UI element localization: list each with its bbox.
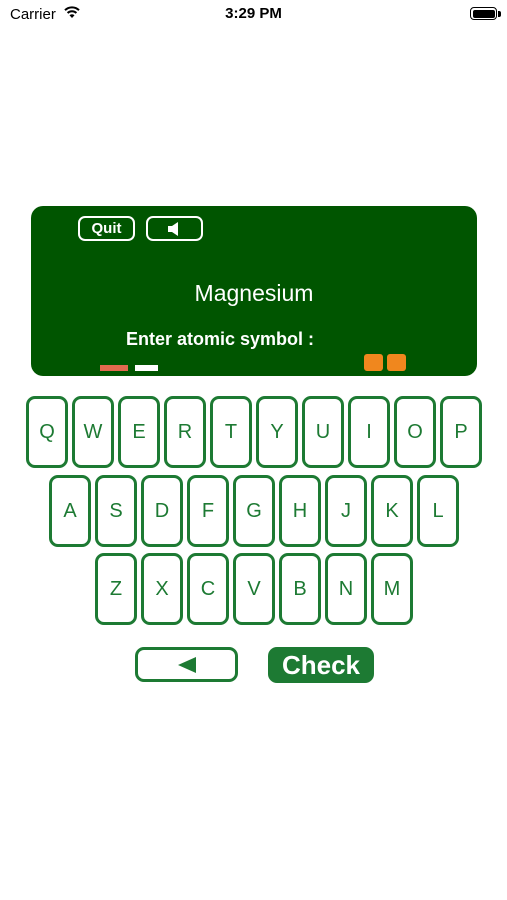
key-i[interactable]: I [348,396,390,468]
key-o[interactable]: O [394,396,436,468]
element-name: Magnesium [194,280,314,306]
key-h[interactable]: H [279,475,321,547]
backspace-button[interactable] [135,647,238,682]
key-u[interactable]: U [302,396,344,468]
key-p[interactable]: P [440,396,482,468]
key-b[interactable]: B [279,553,321,625]
key-v[interactable]: V [233,553,275,625]
battery-cap [498,11,501,17]
status-bar: Carrier 3:29 PM [0,0,507,30]
progress-indicator-done [100,365,128,371]
sound-button[interactable] [146,216,203,241]
prompt-text: Enter atomic symbol : [126,329,315,349]
check-button[interactable]: Check [268,647,374,683]
clock: 3:29 PM [225,5,282,22]
battery-icon [470,7,497,20]
key-s[interactable]: S [95,475,137,547]
key-z[interactable]: Z [95,553,137,625]
key-g[interactable]: G [233,475,275,547]
key-n[interactable]: N [325,553,367,625]
key-y[interactable]: Y [256,396,298,468]
key-k[interactable]: K [371,475,413,547]
progress-indicator-current [135,365,158,371]
key-t[interactable]: T [210,396,252,468]
question-board: Quit Magnesium Enter atomic symbol : [31,206,477,376]
key-q[interactable]: Q [26,396,68,468]
left-arrow-icon [178,657,196,673]
key-x[interactable]: X [141,553,183,625]
key-e[interactable]: E [118,396,160,468]
key-d[interactable]: D [141,475,183,547]
speaker-icon [168,222,178,236]
key-l[interactable]: L [417,475,459,547]
key-c[interactable]: C [187,553,229,625]
key-f[interactable]: F [187,475,229,547]
key-a[interactable]: A [49,475,91,547]
key-w[interactable]: W [72,396,114,468]
key-r[interactable]: R [164,396,206,468]
answer-slot [364,354,383,371]
key-j[interactable]: J [325,475,367,547]
answer-slot [387,354,406,371]
quit-button[interactable]: Quit [78,216,135,241]
key-m[interactable]: M [371,553,413,625]
